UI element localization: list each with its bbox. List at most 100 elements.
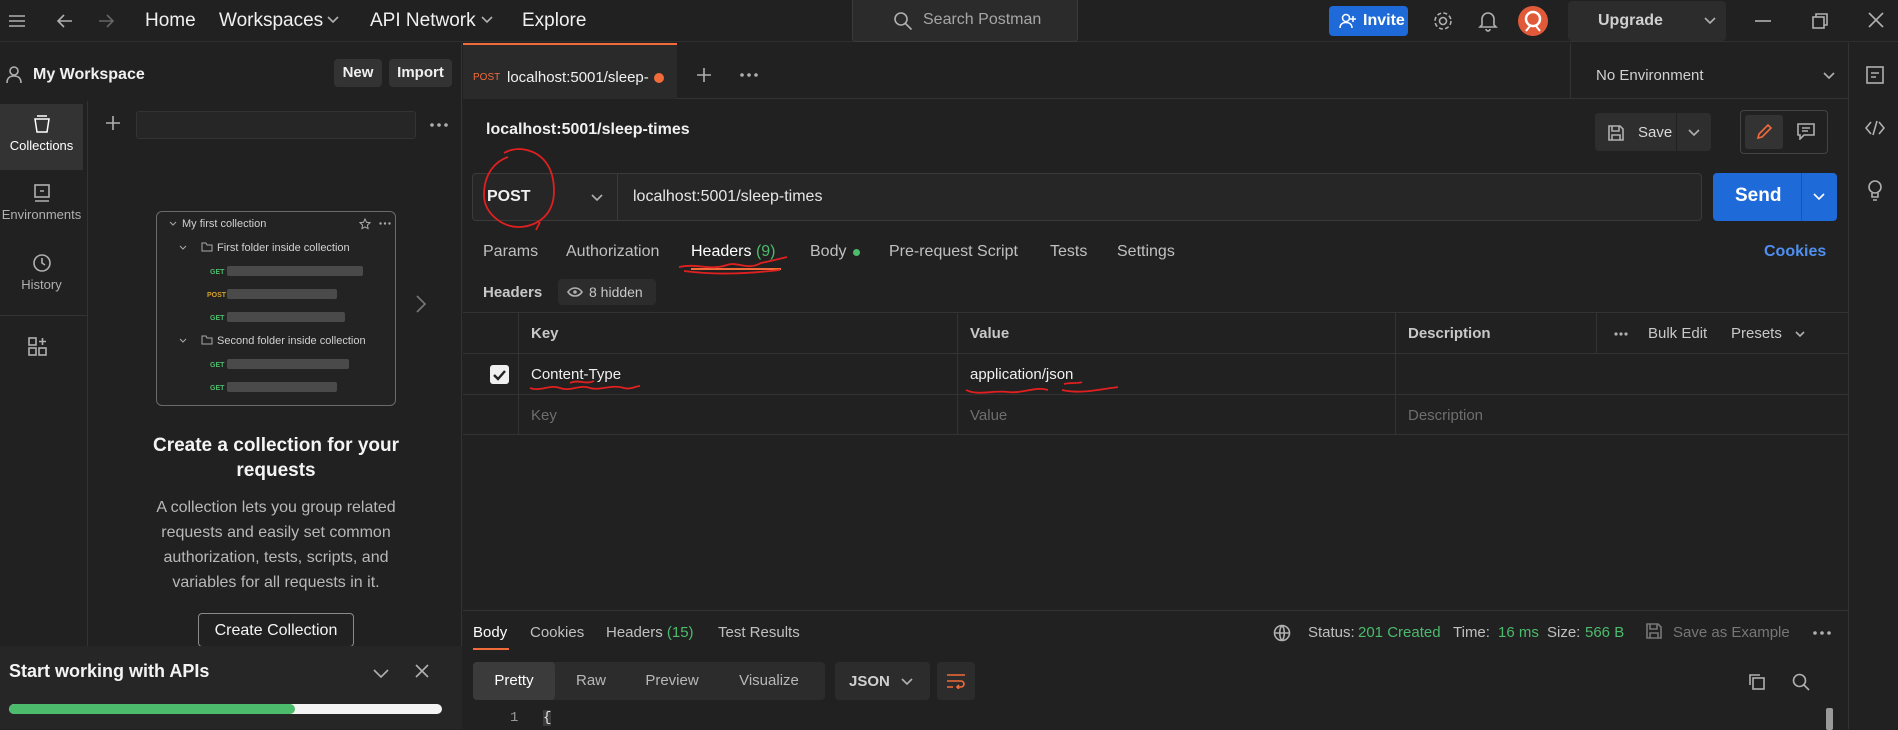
search-bar[interactable]: Search Postman	[852, 0, 1078, 42]
save-options-button[interactable]	[1676, 113, 1711, 151]
sidebar-item-history[interactable]: History	[0, 243, 83, 309]
placeholder-bar	[227, 359, 349, 369]
import-button[interactable]: Import	[389, 59, 452, 87]
more-tabs-icon[interactable]	[740, 73, 758, 77]
cell-description[interactable]	[1395, 354, 1848, 394]
lightbulb-icon[interactable]	[1865, 179, 1885, 201]
response-tab-cookies[interactable]: Cookies	[530, 624, 584, 641]
tab-headers-label: Headers	[691, 243, 752, 260]
new-button[interactable]: New	[334, 59, 382, 87]
forward-arrow-icon[interactable]	[97, 12, 115, 30]
environment-quick-look-icon[interactable]	[1865, 65, 1885, 85]
folder-icon	[201, 242, 213, 252]
send-button[interactable]: Send	[1713, 173, 1837, 221]
language-label: JSON	[849, 673, 890, 690]
nav-home[interactable]: Home	[145, 10, 196, 32]
copy-icon[interactable]	[1748, 673, 1766, 691]
response-headers-count: (15)	[666, 624, 694, 641]
invite-button[interactable]: Invite	[1329, 6, 1408, 36]
key-input[interactable]: Key	[518, 395, 957, 434]
add-icon[interactable]	[105, 115, 121, 131]
add-apps-icon[interactable]	[27, 336, 49, 358]
more-options-icon[interactable]	[1614, 332, 1628, 336]
sidebar-item-environments[interactable]: Environments	[0, 173, 83, 239]
close-icon[interactable]	[1868, 12, 1884, 28]
column-value: Value	[957, 313, 1395, 353]
globe-icon[interactable]	[1273, 624, 1291, 642]
bulk-edit-button[interactable]: Bulk Edit	[1648, 325, 1707, 342]
more-options-icon[interactable]	[430, 123, 448, 127]
cell-value[interactable]: application/json	[957, 354, 1395, 394]
close-icon[interactable]	[415, 664, 429, 678]
tab-params[interactable]: Params	[483, 243, 538, 261]
restore-icon[interactable]	[1812, 13, 1828, 29]
request-tab[interactable]: POST localhost:5001/sleep-	[463, 43, 677, 99]
eye-icon	[567, 287, 583, 297]
unsaved-dot-icon[interactable]	[654, 73, 664, 83]
save-as-example-button[interactable]: Save as Example	[1673, 624, 1790, 641]
empty-state-description: A collection lets you group related requ…	[156, 499, 396, 591]
search-icon[interactable]	[1792, 673, 1810, 691]
tab-tests[interactable]: Tests	[1050, 243, 1087, 261]
presets-button[interactable]: Presets	[1731, 325, 1782, 342]
upgrade-button[interactable]: Upgrade	[1568, 1, 1726, 41]
avatar[interactable]	[1518, 6, 1548, 36]
format-visualize[interactable]: Visualize	[717, 662, 821, 700]
url-input[interactable]: localhost:5001/sleep-times	[633, 188, 822, 206]
wrap-lines-button[interactable]	[937, 662, 975, 700]
tab-headers[interactable]: Headers (9)	[691, 243, 776, 261]
chevron-down-icon[interactable]	[327, 16, 339, 24]
minimize-icon[interactable]	[1755, 20, 1771, 22]
more-options-icon	[379, 222, 391, 225]
chevron-down-icon	[901, 678, 913, 686]
cell-key[interactable]: Content-Type	[518, 354, 957, 394]
invite-label: Invite	[1363, 12, 1405, 29]
chevron-right-icon[interactable]	[416, 295, 426, 313]
filter-input[interactable]	[136, 111, 416, 139]
scrollbar[interactable]	[1826, 708, 1833, 730]
add-tab-icon[interactable]	[696, 67, 712, 83]
response-tab-headers[interactable]: Headers (15)	[606, 624, 694, 641]
sidebar-item-collections[interactable]: Collections	[0, 104, 83, 170]
format-raw[interactable]: Raw	[555, 662, 627, 700]
response-tab-body[interactable]: Body	[473, 624, 507, 641]
save-icon	[1645, 622, 1663, 640]
code-icon[interactable]	[1865, 120, 1885, 136]
comment-button[interactable]	[1787, 115, 1825, 149]
format-pretty[interactable]: Pretty	[473, 662, 555, 700]
tab-authorization[interactable]: Authorization	[566, 243, 659, 261]
cookies-link[interactable]: Cookies	[1764, 243, 1826, 261]
tab-body[interactable]: Body	[810, 243, 846, 261]
back-arrow-icon[interactable]	[56, 12, 74, 30]
comment-icon	[1797, 123, 1815, 140]
description-input[interactable]: Description	[1395, 395, 1848, 434]
value-input[interactable]: Value	[957, 395, 1395, 434]
language-select[interactable]: JSON	[835, 662, 930, 700]
nav-api-network[interactable]: API Network	[370, 10, 476, 32]
chevron-down-icon[interactable]	[481, 16, 493, 24]
tab-pre-request-script[interactable]: Pre-request Script	[889, 243, 1018, 261]
edit-button[interactable]	[1745, 115, 1783, 149]
chevron-down-icon[interactable]	[1795, 331, 1805, 338]
edit-comment-toggle	[1740, 110, 1828, 154]
settings-gear-icon[interactable]	[1432, 10, 1454, 32]
notification-bell-icon[interactable]	[1478, 10, 1498, 32]
request-title[interactable]: localhost:5001/sleep-times	[486, 121, 690, 139]
more-options-icon[interactable]	[1813, 631, 1831, 635]
environment-selector[interactable]: No Environment	[1570, 43, 1848, 99]
chevron-down-icon[interactable]	[1704, 17, 1716, 25]
nav-workspaces[interactable]: Workspaces	[219, 10, 323, 32]
method-select[interactable]: POST	[473, 174, 618, 220]
hidden-headers-toggle[interactable]: 8 hidden	[558, 279, 656, 305]
chevron-down-icon[interactable]	[373, 669, 389, 679]
row-checkbox[interactable]	[490, 365, 509, 384]
nav-explore[interactable]: Explore	[522, 10, 586, 32]
format-preview[interactable]: Preview	[627, 662, 717, 700]
chevron-down-icon[interactable]	[1813, 193, 1825, 201]
workspace-name[interactable]: My Workspace	[33, 66, 145, 84]
tab-settings[interactable]: Settings	[1117, 243, 1175, 261]
menu-icon[interactable]	[8, 13, 26, 29]
create-collection-button[interactable]: Create Collection	[198, 613, 354, 647]
response-code[interactable]: {	[543, 710, 552, 726]
response-tab-test-results[interactable]: Test Results	[718, 624, 800, 641]
